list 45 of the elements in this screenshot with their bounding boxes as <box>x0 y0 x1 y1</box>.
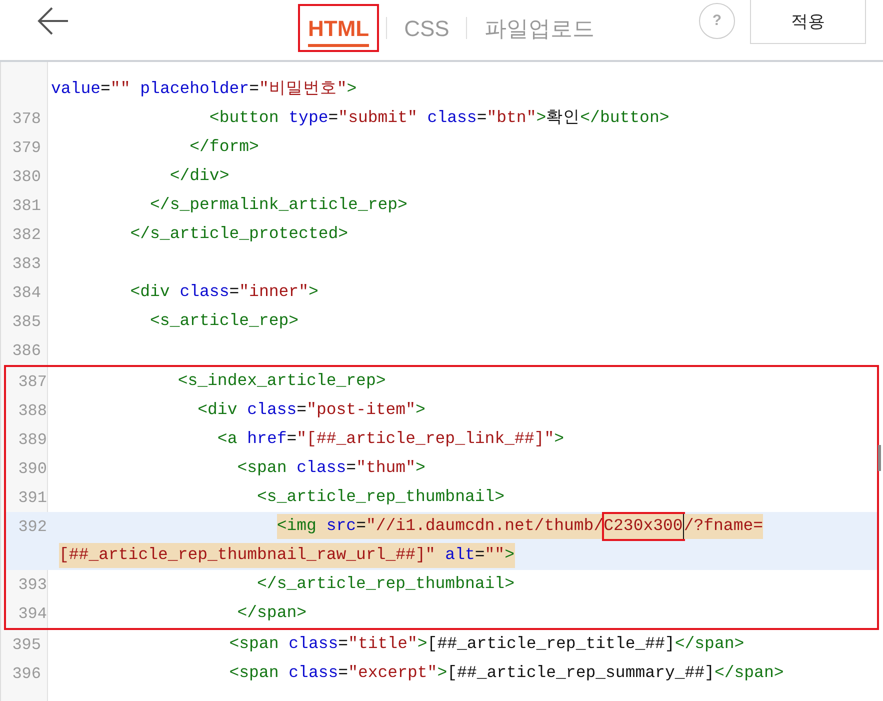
line-number: 378 <box>12 110 41 128</box>
line-number: 394 <box>18 604 47 622</box>
code-line: <span class="excerpt">[##_article_rep_summary_##]</span> <box>228 662 784 684</box>
line-number: 384 <box>12 284 41 302</box>
line-number: 392 <box>18 518 47 536</box>
code-line: [##_article_rep_thumbnail_raw_url_##]" alt=""> <box>59 543 514 568</box>
line-number: 387 <box>18 372 47 390</box>
line-number: 391 <box>18 488 47 506</box>
code-line: value="" placeholder="비밀번호"> <box>51 78 357 100</box>
line-number: 382 <box>12 226 41 244</box>
line-number: 395 <box>12 636 41 654</box>
code-line: <img src="//i1.daumcdn.net/thumb/C230x300/?fname= <box>59 514 764 539</box>
code-line: <div class="post-item"> <box>196 399 426 422</box>
help-button[interactable]: ? <box>699 3 735 39</box>
line-number: 386 <box>12 342 41 360</box>
line-number: 396 <box>12 664 41 682</box>
editor-tab[interactable]: HTML <box>300 6 378 50</box>
line-number: 383 <box>12 254 41 272</box>
editor-tab[interactable]: 파일업로드 <box>476 6 602 50</box>
line-number: 379 <box>12 138 41 156</box>
code-line: </span> <box>236 602 307 624</box>
code-line: <div class="inner"> <box>129 281 318 304</box>
code-line: <s_index_article_rep> <box>176 370 386 392</box>
code-line: <s_article_rep_thumbnail> <box>256 486 505 508</box>
apply-button[interactable]: 적용 <box>750 0 866 44</box>
line-number: 393 <box>18 576 47 594</box>
back-icon[interactable] <box>36 6 70 36</box>
code-line: <span class="thum"> <box>236 457 426 480</box>
code-line: </s_article_protected> <box>129 223 348 246</box>
code-line: </div> <box>168 165 230 188</box>
line-number: 388 <box>18 402 47 420</box>
line-number: 381 <box>12 196 41 214</box>
line-number: 390 <box>18 460 47 478</box>
code-line: <a href="[##_article_rep_link_##]"> <box>216 428 564 450</box>
code-line: </s_article_rep_thumbnail> <box>256 573 514 596</box>
code-line: </s_permalink_article_rep> <box>149 194 408 216</box>
code-line: <span class="title">[##_article_rep_title_##]</span> <box>228 633 744 656</box>
line-number: 380 <box>12 168 41 186</box>
code-line: <s_article_rep> <box>149 310 299 332</box>
editor-tab[interactable]: CSS <box>396 6 458 50</box>
code-line: </form> <box>188 136 259 158</box>
code-line: <button type="submit" class="btn">확인</button> <box>208 107 670 130</box>
line-number: 385 <box>12 312 41 330</box>
scrollbar-thumb[interactable] <box>878 445 881 471</box>
line-number: 389 <box>18 430 47 448</box>
